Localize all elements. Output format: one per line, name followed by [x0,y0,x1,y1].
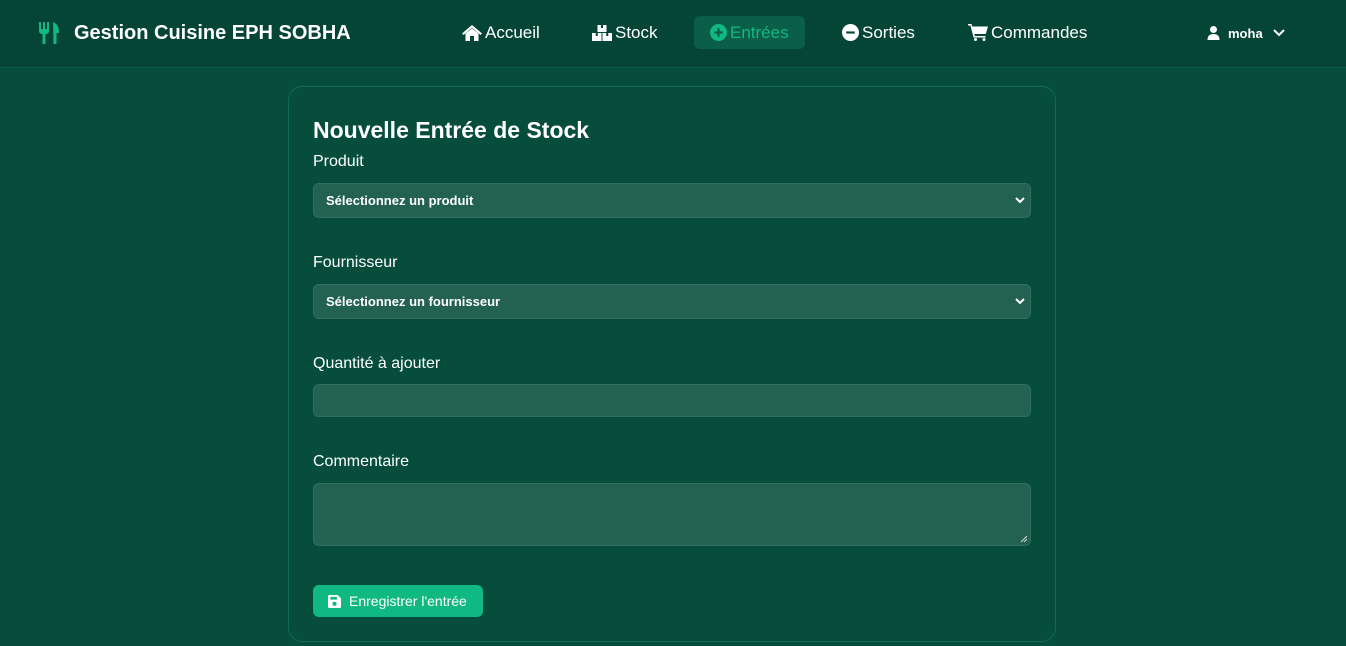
supplier-select[interactable]: Sélectionnez un fournisseur [313,284,1031,319]
plus-circle-icon [710,24,727,41]
product-label: Produit [313,153,364,170]
nav-exits-label: Sorties [862,22,915,42]
save-entry-label: Enregistrer l'entrée [349,593,467,609]
shopping-cart-icon [968,24,988,41]
resize-grip-icon[interactable] [1020,535,1028,543]
user-icon [1207,26,1220,40]
comment-label: Commentaire [313,453,410,470]
quantity-input[interactable] [313,384,1031,417]
boxes-icon [592,24,612,41]
minus-circle-icon [842,24,859,41]
nav-entries-label: Entrées [730,22,789,42]
user-menu[interactable]: moha [1207,20,1285,46]
product-select-value: Sélectionnez un produit [326,193,474,208]
save-entry-button[interactable]: Enregistrer l'entrée [313,585,483,617]
supplier-label: Fournisseur [313,254,398,271]
nav-home-label: Accueil [485,22,540,42]
nav-orders[interactable]: Commandes [968,16,1087,49]
chevron-down-icon [1015,298,1025,305]
comment-textarea[interactable] [313,483,1031,546]
user-name: moha [1228,25,1263,41]
nav-stock-label: Stock [615,22,658,42]
nav-home[interactable]: Accueil [462,16,540,49]
quantity-label: Quantité à ajouter [313,355,441,372]
chevron-down-icon [1272,29,1285,37]
nav-stock[interactable]: Stock [592,16,658,49]
stock-entry-form: Nouvelle Entrée de Stock Produit Sélecti… [288,86,1056,642]
nav-exits[interactable]: Sorties [842,16,915,49]
form-title: Nouvelle Entrée de Stock [313,117,590,143]
home-icon [462,24,482,41]
nav-orders-label: Commandes [991,22,1088,42]
chevron-down-icon [1015,197,1025,204]
utensils-icon [39,22,59,44]
supplier-select-value: Sélectionnez un fournisseur [326,294,501,309]
product-select[interactable]: Sélectionnez un produit [313,183,1031,218]
save-icon [328,594,341,608]
nav-entries[interactable]: Entrées [694,16,805,49]
app-title: Gestion Cuisine EPH SOBHA [74,21,351,44]
brand[interactable]: Gestion Cuisine EPH SOBHA [38,20,351,46]
navbar: Gestion Cuisine EPH SOBHA Accueil Stock … [0,0,1346,68]
